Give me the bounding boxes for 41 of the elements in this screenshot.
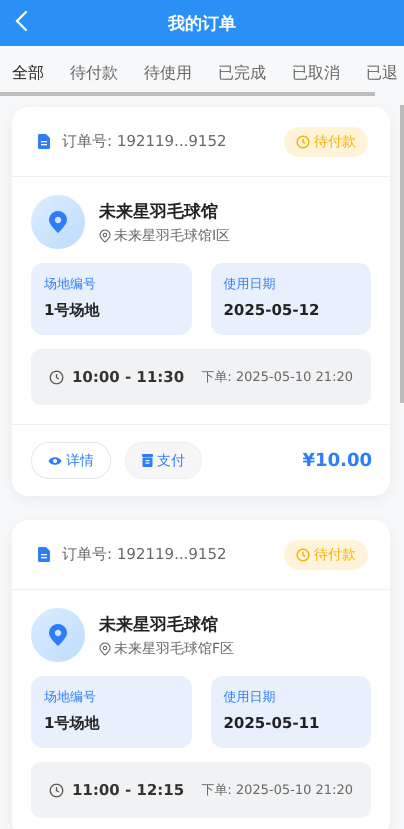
info-label: 使用日期 (224, 276, 276, 293)
tab[interactable]: 已完成 (218, 54, 266, 84)
info-value: 1号场地 (44, 714, 101, 733)
info-value: 1号场地 (44, 301, 101, 320)
info-value: 2025-05-12 (224, 301, 320, 319)
eye-icon (48, 456, 62, 466)
info-value: 2025-05-11 (224, 714, 320, 732)
page-title: 我的订单 (168, 12, 236, 34)
clock-icon (49, 782, 64, 798)
order-time: 下单: 2025-05-10 21:20 (201, 369, 353, 386)
tab[interactable]: 待付款 (70, 54, 118, 84)
clock-icon (49, 370, 64, 384)
info-label: 场地编号 (44, 689, 97, 706)
time-range: 10:00 - 11:30 (72, 368, 186, 386)
time-range: 11:00 - 12:15 (72, 781, 186, 799)
location-pin-icon (31, 608, 85, 662)
venue-address: 未来星羽毛球馆F区 (114, 640, 234, 658)
document-icon (38, 134, 50, 149)
info-label: 使用日期 (224, 689, 276, 706)
pay-button[interactable]: 支付 (125, 442, 202, 479)
wallet-icon (142, 454, 153, 467)
tab[interactable]: 待使用 (144, 54, 192, 84)
tab[interactable]: 已退 (366, 54, 398, 84)
detail-button[interactable]: 详情 (31, 442, 111, 479)
venue-address: 未来星羽毛球馆I区 (114, 226, 230, 244)
location-pin-icon (31, 195, 85, 249)
order-number: 订单号: 192119...9152 (62, 545, 228, 564)
tab[interactable]: 已取消 (292, 54, 340, 84)
location-icon (99, 642, 111, 656)
back-icon[interactable] (14, 10, 28, 32)
info-label: 场地编号 (44, 276, 97, 293)
document-icon (38, 547, 50, 562)
venue-name: 未来星羽毛球馆 (99, 200, 219, 222)
venue-name: 未来星羽毛球馆 (99, 614, 219, 636)
status-badge: 待付款 (284, 540, 368, 570)
price: ¥10.00 (302, 450, 372, 471)
tab[interactable]: 全部 (12, 54, 44, 84)
order-number: 订单号: 192119...9152 (62, 132, 228, 151)
status-badge: 待付款 (284, 126, 368, 156)
location-icon (99, 228, 111, 242)
order-time: 下单: 2025-05-10 21:20 (201, 782, 353, 799)
